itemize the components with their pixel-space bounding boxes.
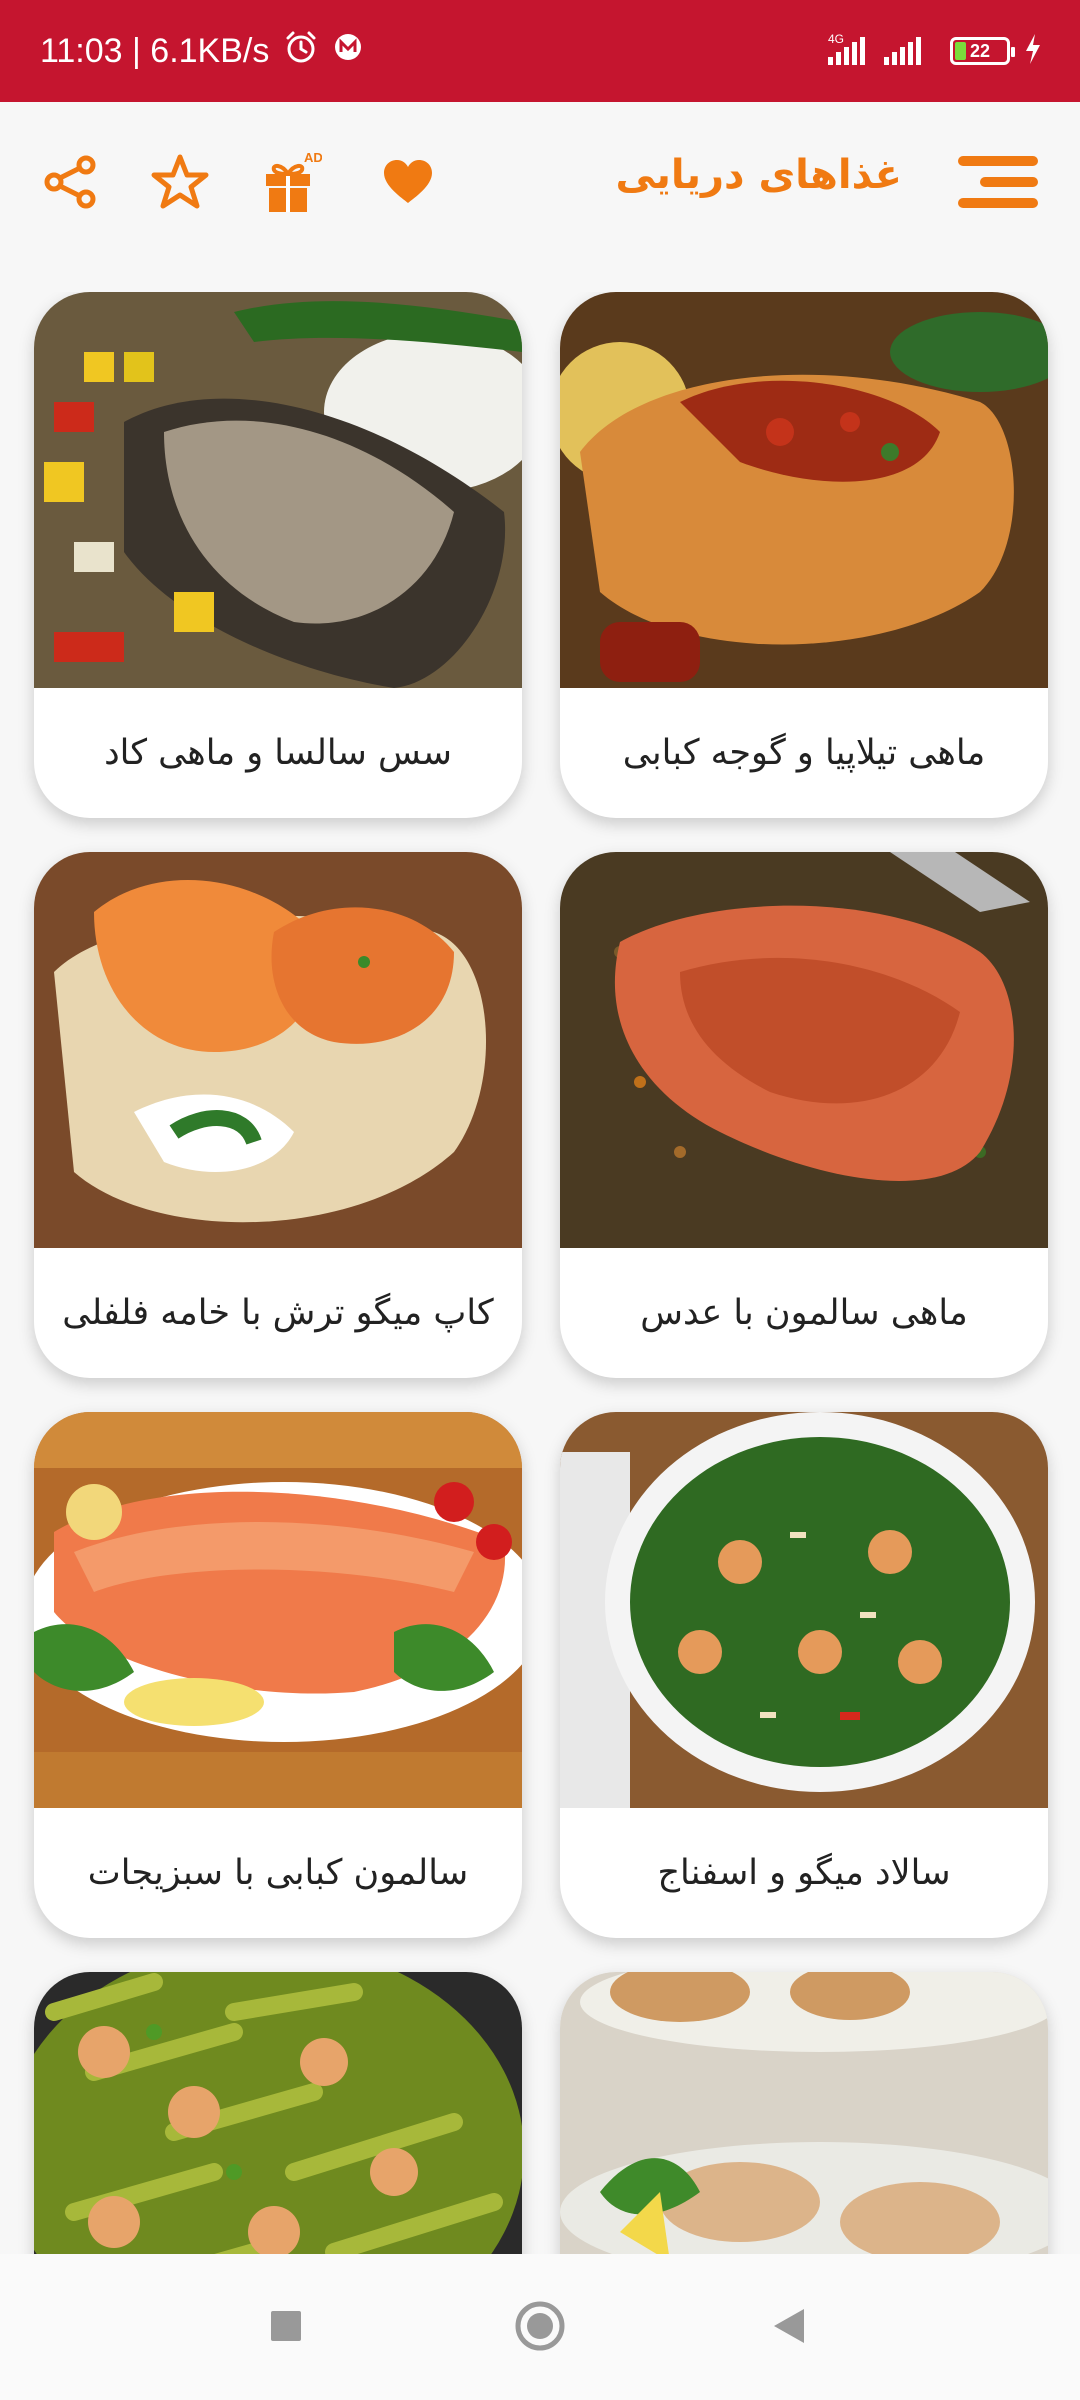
recipe-image — [34, 1972, 522, 2254]
recent-apps-button[interactable] — [254, 2294, 318, 2358]
gift-icon: AD — [266, 150, 322, 212]
recipe-grid: ماهی تیلاپیا و گوجه کبابی سس سالسا و ماه… — [0, 292, 1080, 2254]
recipe-image — [560, 1412, 1048, 1808]
rate-button[interactable] — [148, 150, 212, 214]
status-right: 4G 22 — [824, 0, 1042, 102]
recipe-title: کاپ میگو ترش با خامه فلفلی — [62, 1293, 494, 1333]
ad-badge: AD — [304, 150, 322, 165]
favorites-button[interactable] — [376, 150, 440, 214]
recipe-title: ماهی سالمون با عدس — [640, 1293, 968, 1333]
svg-text:4G: 4G — [828, 32, 844, 46]
recipe-title: سس سالسا و ماهی کاد — [104, 733, 452, 773]
recipe-card[interactable] — [34, 1972, 522, 2254]
recipe-card[interactable]: کاپ میگو ترش با خامه فلفلی — [34, 852, 522, 1378]
home-button[interactable] — [508, 2294, 572, 2358]
battery-level: 22 — [969, 40, 991, 61]
recipe-title: ماهی تیلاپیا و گوجه کبابی — [622, 733, 986, 773]
page-title: غذاهای دریایی — [615, 152, 902, 198]
star-icon — [151, 154, 209, 209]
share-button[interactable] — [38, 150, 102, 214]
status-bar: 11:03 | 6.1KB/s 4G 22 — [0, 0, 1080, 102]
share-icon — [44, 155, 96, 209]
recipe-image — [34, 292, 522, 688]
battery-fill — [955, 42, 966, 60]
recipe-card[interactable]: سالاد میگو و اسفناج — [560, 1412, 1048, 1938]
alarm-icon — [283, 29, 319, 74]
recipe-card[interactable]: سس سالسا و ماهی کاد — [34, 292, 522, 818]
menu-line — [980, 177, 1038, 187]
status-time-speed: 11:03 | 6.1KB/s — [40, 31, 270, 70]
menu-line — [958, 156, 1038, 166]
gift-ad-button[interactable]: AD — [258, 150, 322, 214]
recipe-image — [34, 852, 522, 1248]
navigation-bar — [0, 2254, 1080, 2400]
menu-line — [958, 198, 1038, 208]
back-button[interactable] — [756, 2294, 820, 2358]
battery-icon: 22 — [950, 37, 1015, 65]
charging-icon — [1024, 33, 1042, 69]
status-left: 11:03 | 6.1KB/s — [40, 0, 363, 102]
home-icon — [515, 2301, 565, 2351]
recent-apps-icon — [271, 2311, 301, 2341]
recipe-card[interactable]: سالمون کبابی با سبزیجات — [34, 1412, 522, 1938]
back-icon — [774, 2309, 804, 2343]
heart-icon — [384, 160, 432, 203]
recipe-image — [560, 1972, 1048, 2254]
menu-button[interactable] — [958, 156, 1038, 208]
signal-icon: 4G — [824, 31, 936, 71]
app-bar: غذاهای دریایی AD — [0, 102, 1080, 260]
recipe-card[interactable] — [560, 1972, 1048, 2254]
recipe-image — [560, 292, 1048, 688]
recipe-title: سالاد میگو و اسفناج — [657, 1853, 951, 1893]
app-m-icon — [333, 32, 363, 71]
recipe-card[interactable]: ماهی تیلاپیا و گوجه کبابی — [560, 292, 1048, 818]
recipe-image — [34, 1412, 522, 1808]
recipe-card[interactable]: ماهی سالمون با عدس — [560, 852, 1048, 1378]
recipe-image — [560, 852, 1048, 1248]
recipe-title: سالمون کبابی با سبزیجات — [87, 1853, 469, 1893]
